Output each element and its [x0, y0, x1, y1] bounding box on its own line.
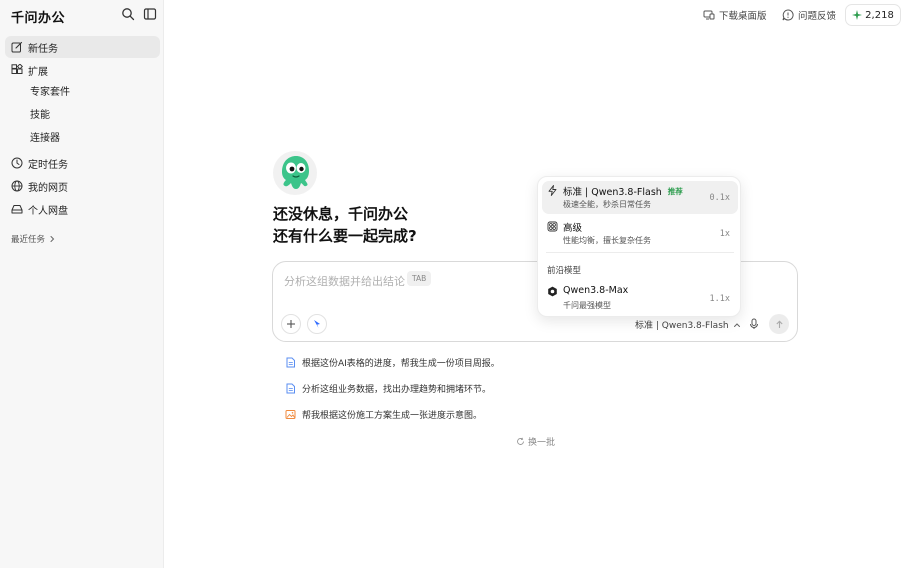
refresh-label: 换一批	[528, 438, 556, 448]
sidebar-item-label: 扩展	[28, 66, 48, 78]
model-selector[interactable]: 标准 | Qwen3.8-Flash	[635, 318, 741, 331]
agent-mode-button[interactable]	[307, 314, 327, 334]
drive-icon	[11, 205, 23, 214]
prompt-input[interactable]: 分析这组数据并给出结论	[284, 273, 405, 289]
send-button[interactable]	[769, 314, 789, 334]
points-value: 2,218	[865, 9, 894, 21]
sidebar-item-label: 我的网页	[28, 182, 68, 194]
edit-icon	[11, 41, 23, 53]
model-selector-label: 标准 | Qwen3.8-Flash	[635, 321, 729, 331]
greeting-heading: 还没休息，千问办公 还有什么要一起完成?	[273, 203, 417, 247]
model-logo-icon	[548, 286, 557, 297]
greeting-line-1: 还没休息，千问办公	[273, 205, 409, 223]
download-desktop-button[interactable]: 下载桌面版	[703, 6, 767, 24]
model-option-multiplier: 1x	[719, 229, 730, 239]
search-icon[interactable]	[121, 7, 135, 21]
chevron-right-icon	[50, 236, 55, 242]
model-option-multiplier: 0.1x	[709, 193, 730, 203]
points-balance[interactable]: 2,218	[845, 4, 901, 26]
model-option-subtitle: 性能均衡，擅长复杂任务	[563, 236, 651, 245]
model-option-advanced[interactable]: 高级 性能均衡，擅长复杂任务 1x	[542, 217, 738, 250]
model-option-standard[interactable]: 标准 | Qwen3.8-Flash 推荐 极速全能，秒杀日常任务 0.1x	[542, 181, 738, 214]
model-option-multiplier: 1.1x	[709, 294, 730, 304]
sidebar-subitem-skills[interactable]: 技能	[30, 108, 50, 124]
refresh-icon	[517, 437, 524, 445]
app-brand: 千问办公	[11, 11, 66, 26]
chevron-up-icon	[733, 322, 740, 327]
suggestion-item[interactable]: 帮我根据这份施工方案生成一张进度示意图。	[285, 407, 482, 421]
sidebar-subitem-expert-kits[interactable]: 专家套件	[30, 85, 70, 101]
sidebar-toggle-icon[interactable]	[143, 7, 157, 21]
download-desktop-label: 下载桌面版	[719, 11, 767, 22]
suggestion-text: 根据这份AI表格的进度，帮我生成一份项目周报。	[302, 358, 500, 369]
recent-tasks-toggle[interactable]: 最近任务	[11, 233, 56, 245]
model-option-title: Qwen3.8-Max	[563, 285, 629, 296]
sidebar-item-new-task[interactable]: 新任务	[5, 36, 160, 58]
document-icon	[286, 383, 295, 393]
tab-hint-chip: TAB	[407, 271, 432, 286]
lightning-icon	[548, 185, 557, 196]
dropdown-divider	[546, 252, 734, 253]
cube-cluster-icon	[547, 221, 558, 232]
sidebar-item-personal-drive[interactable]: 个人网盘	[5, 198, 160, 220]
mascot-avatar	[273, 151, 317, 195]
model-option-title: 标准 | Qwen3.8-Flash	[563, 187, 662, 198]
feedback-button[interactable]: 问题反馈	[782, 6, 836, 24]
sparkle-icon	[852, 10, 863, 20]
sidebar-item-label: 个人网盘	[28, 205, 68, 217]
model-dropdown: 标准 | Qwen3.8-Flash 推荐 极速全能，秒杀日常任务 0.1x 高…	[537, 176, 741, 317]
feedback-icon	[782, 9, 794, 21]
greeting-line-2: 还有什么要一起完成?	[273, 227, 417, 245]
model-option-max[interactable]: Qwen3.8-Max 千问最强模型 1.1x	[542, 282, 738, 315]
suggestion-text: 帮我根据这份施工方案生成一张进度示意图。	[302, 410, 483, 421]
frontier-models-heading: 前沿模型	[547, 266, 582, 276]
sidebar-subitem-connectors[interactable]: 连接器	[30, 131, 60, 147]
plus-icon	[287, 320, 295, 328]
extension-icon	[11, 64, 23, 74]
sidebar-item-label: 新任务	[28, 43, 58, 55]
clock-icon	[11, 157, 23, 169]
microphone-icon[interactable]	[748, 318, 760, 330]
model-option-subtitle: 极速全能，秒杀日常任务	[563, 200, 651, 209]
model-option-subtitle: 千问最强模型	[563, 301, 611, 310]
feedback-label: 问题反馈	[798, 11, 837, 22]
document-icon	[286, 357, 295, 367]
cursor-icon	[314, 320, 320, 328]
globe-icon	[11, 180, 23, 192]
sidebar-item-label: 定时任务	[28, 159, 68, 171]
suggestion-item[interactable]: 根据这份AI表格的进度，帮我生成一份项目周报。	[285, 355, 500, 369]
recommended-badge: 推荐	[667, 186, 683, 196]
sidebar-item-extensions[interactable]: 扩展	[5, 59, 160, 81]
refresh-suggestions-button[interactable]: 换一批	[516, 435, 555, 448]
sidebar-item-my-pages[interactable]: 我的网页	[5, 175, 160, 197]
sidebar-item-scheduled-tasks[interactable]: 定时任务	[5, 152, 160, 174]
sidebar: 千问办公 新任务 扩展 专家套件 技能 连接器 定时任务 我的网页 个人网盘 最…	[0, 0, 164, 568]
suggestion-item[interactable]: 分析这组业务数据，找出办理趋势和拥堵环节。	[285, 381, 491, 395]
recent-tasks-label: 最近任务	[11, 235, 46, 245]
desktop-icon	[703, 10, 715, 20]
arrow-up-icon	[775, 320, 783, 328]
model-option-title: 高级	[563, 223, 583, 234]
image-icon	[285, 409, 296, 419]
add-attachment-button[interactable]	[281, 314, 301, 334]
suggestion-text: 分析这组业务数据，找出办理趋势和拥堵环节。	[302, 384, 492, 395]
